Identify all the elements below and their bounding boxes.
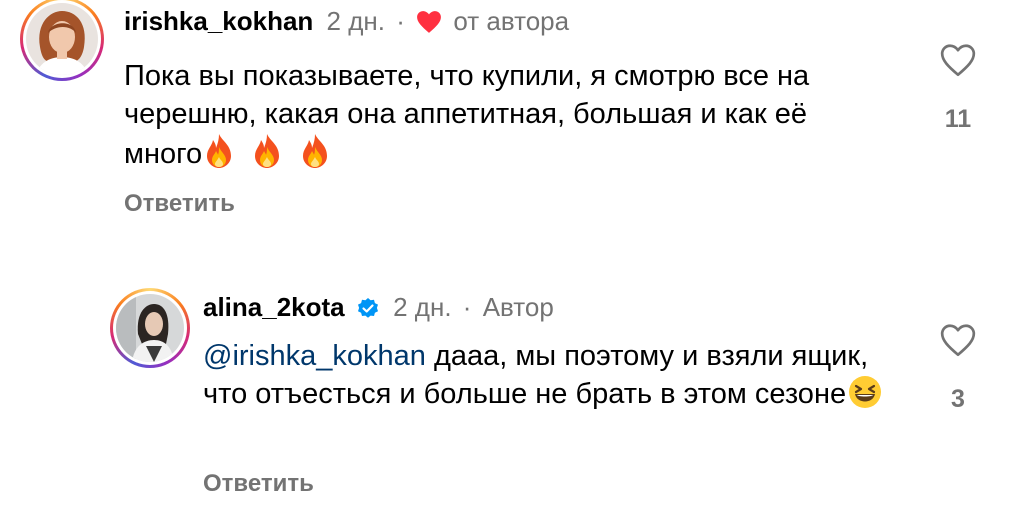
avatar bbox=[116, 294, 184, 362]
username[interactable]: alina_2kota bbox=[203, 292, 345, 322]
reply-button[interactable]: Ответить bbox=[124, 190, 235, 218]
comment-text: @irishka_kokhan дааа, мы поэтому и взяли… bbox=[203, 337, 903, 419]
like-control: 11 bbox=[933, 42, 983, 134]
author-liked-heart-icon bbox=[416, 10, 442, 40]
comment-2: alina_2kota 2 дн. · Автор @irishka_kokha… bbox=[0, 280, 1024, 506]
author-note: Автор bbox=[482, 292, 554, 322]
timestamp: 2 дн. bbox=[393, 292, 452, 322]
like-count: 3 bbox=[951, 385, 965, 413]
like-count: 11 bbox=[944, 105, 972, 133]
separator: · bbox=[462, 292, 472, 322]
verified-badge-icon bbox=[356, 296, 380, 326]
username[interactable]: irishka_kokhan bbox=[124, 6, 313, 36]
fire-emoji-icon bbox=[204, 133, 234, 179]
like-control: 3 bbox=[933, 322, 983, 414]
avatar-story-ring[interactable] bbox=[20, 0, 104, 81]
mention-link[interactable]: @irishka_kokhan bbox=[203, 340, 426, 372]
comment-header: alina_2kota 2 дн. · Автор bbox=[203, 292, 554, 326]
reply-button[interactable]: Ответить bbox=[203, 470, 314, 498]
avatar bbox=[26, 3, 98, 75]
fire-emoji-icon bbox=[252, 133, 282, 179]
separator: · bbox=[396, 6, 405, 36]
avatar-story-ring[interactable] bbox=[110, 288, 190, 368]
heart-outline-icon[interactable] bbox=[933, 322, 983, 363]
comment-text: Пока вы показываете, что купили, я смотр… bbox=[124, 57, 884, 179]
fire-emoji-icon bbox=[300, 133, 330, 179]
laughing-face-emoji-icon bbox=[848, 375, 882, 419]
comment-header: irishka_kokhan 2 дн. · от автора bbox=[124, 6, 569, 40]
author-note: от автора bbox=[453, 6, 570, 36]
comment-1: irishka_kokhan 2 дн. · от автора Пока вы… bbox=[0, 0, 1024, 240]
heart-outline-icon[interactable] bbox=[933, 42, 983, 83]
timestamp: 2 дн. bbox=[326, 6, 385, 36]
